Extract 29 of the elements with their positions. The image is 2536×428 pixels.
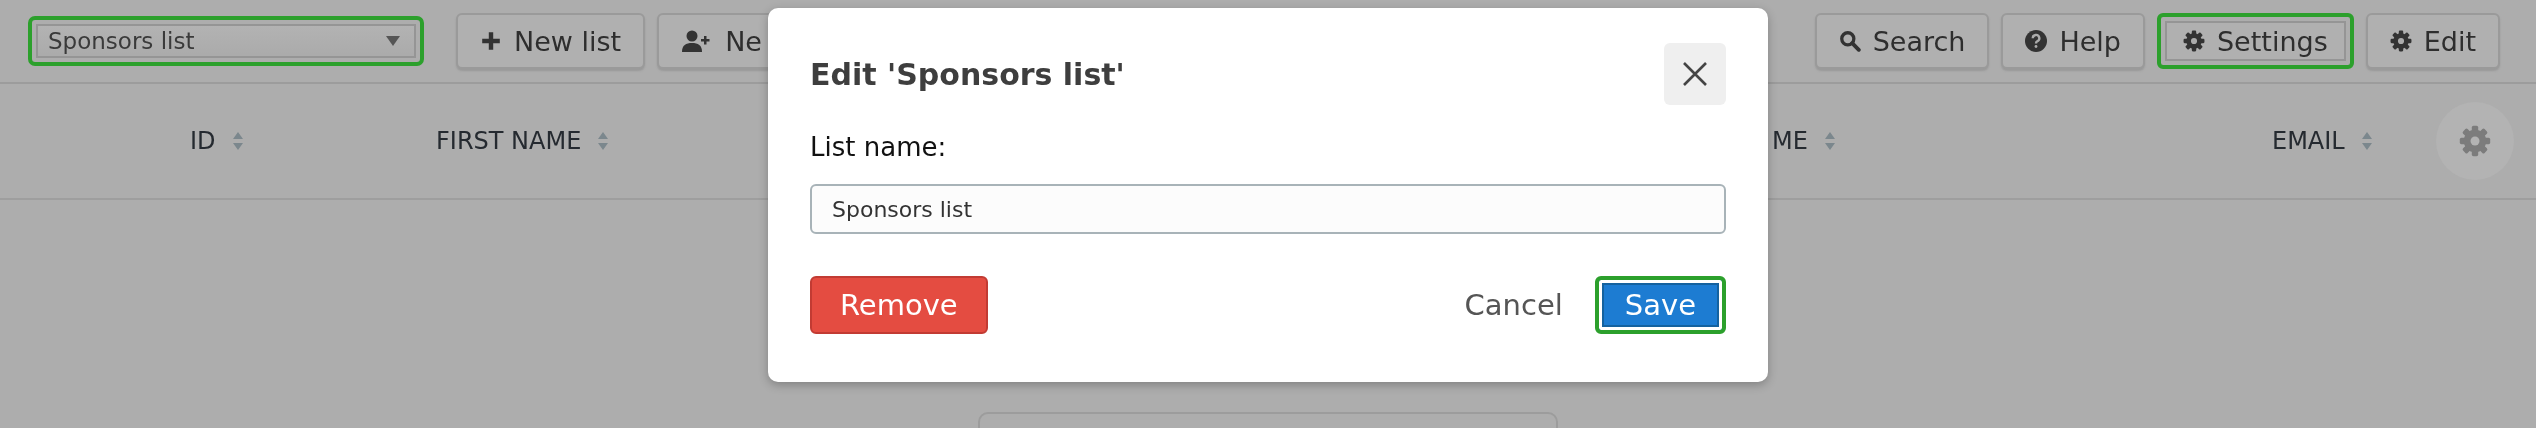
toolbar-button[interactable]: New list xyxy=(456,13,646,69)
column-header[interactable]: ID xyxy=(190,127,216,155)
sort-icon[interactable] xyxy=(231,131,244,151)
search-icon xyxy=(1838,30,1861,52)
dialog-title: Edit 'Sponsors list' xyxy=(810,56,1125,92)
column-header[interactable]: FIRST NAME xyxy=(436,127,582,155)
toolbar-button[interactable]: Settings xyxy=(2156,13,2354,69)
toolbar-button[interactable]: Search xyxy=(1814,13,1990,69)
sort-icon[interactable] xyxy=(597,131,610,151)
sort-icon[interactable] xyxy=(1823,131,1836,151)
list-name-field[interactable]: Sponsors list xyxy=(810,184,1726,234)
sort-icon[interactable] xyxy=(2360,131,2373,151)
settings-icon xyxy=(2389,30,2412,52)
column-header[interactable]: EMAIL xyxy=(2272,127,2345,155)
remove-button[interactable]: Remove xyxy=(810,276,988,334)
list-dropdown[interactable]: Sponsors list xyxy=(28,16,424,66)
cancel-button[interactable]: Cancel xyxy=(1456,276,1571,334)
settings-icon xyxy=(2182,30,2205,52)
settings-icon xyxy=(2459,125,2491,157)
toolbar-button[interactable]: Help xyxy=(2001,13,2145,69)
help-icon xyxy=(2025,30,2048,52)
column-header[interactable]: ME xyxy=(1772,127,1808,155)
close-button[interactable] xyxy=(1664,43,1726,105)
close-icon xyxy=(1681,60,1709,88)
save-button[interactable]: Save xyxy=(1594,276,1726,334)
plus-icon xyxy=(480,30,502,52)
toolbar-button[interactable]: Edit xyxy=(2365,13,2500,69)
field-label: List name: xyxy=(810,132,948,162)
dropdown-caret-icon xyxy=(386,36,400,46)
